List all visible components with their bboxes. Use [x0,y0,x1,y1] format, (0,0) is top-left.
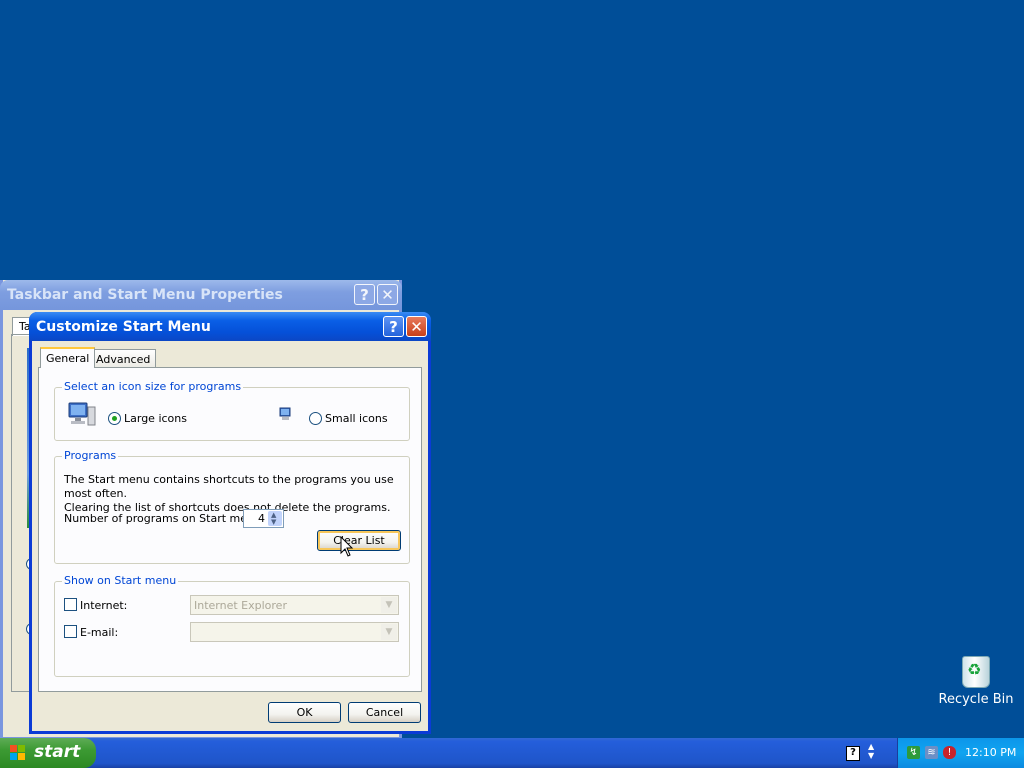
recycle-bin-shortcut[interactable]: Recycle Bin [936,656,1016,707]
start-label: start [34,742,81,762]
spin-down-icon[interactable]: ▼ [271,519,276,526]
internet-browser-value: Internet Explorer [194,599,287,612]
customize-start-menu-dialog: Customize Start Menu ? ✕ General Advance… [29,312,431,734]
taskbar-properties-titlebar[interactable]: Taskbar and Start Menu Properties ? ✕ [0,280,402,310]
small-icons-radio[interactable] [309,412,322,425]
clock[interactable]: 12:10 PM [965,746,1016,759]
email-client-select[interactable]: ▼ [190,622,399,642]
email-label[interactable]: E-mail: [80,626,118,639]
icon-size-group: Select an icon size for programs Large i… [54,380,410,441]
wireless-icon[interactable]: ≋ [925,746,938,759]
programs-description-line1: The Start menu contains shortcuts to the… [64,473,394,500]
spinner-buttons[interactable]: ▲ ▼ [268,511,282,526]
show-on-start-legend: Show on Start menu [62,574,179,587]
start-button[interactable]: start [0,738,96,768]
internet-label[interactable]: Internet: [80,599,127,612]
ok-button[interactable]: OK [268,702,341,723]
large-icons-label[interactable]: Large icons [124,412,187,425]
icon-size-legend: Select an icon size for programs [62,380,244,393]
programs-legend: Programs [62,449,119,462]
dialog-titlebar[interactable]: Customize Start Menu ? ✕ [29,312,431,341]
help-tray-icon[interactable]: ? [846,746,860,761]
internet-browser-select[interactable]: Internet Explorer ▼ [190,595,399,615]
general-tab-panel: Select an icon size for programs Large i… [38,367,422,692]
cancel-button[interactable]: Cancel [348,702,421,723]
tab-advanced[interactable]: Advanced [90,349,157,367]
program-count-spinner[interactable]: 4 ▲ ▼ [243,509,284,528]
network-icon[interactable]: ↯ [907,746,920,759]
recycle-bin-label: Recycle Bin [938,692,1014,707]
back-close-button[interactable]: ✕ [377,284,398,305]
chevron-down-icon[interactable]: ▼ [381,624,397,640]
quick-launch-chevron-icon[interactable]: ▲ ▼ [868,742,874,760]
small-icons-label[interactable]: Small icons [325,412,388,425]
dialog-body: General Advanced Select an icon size for… [32,341,428,731]
show-on-start-group: Show on Start menu Internet: Internet Ex… [54,574,410,677]
large-icons-radio[interactable] [108,412,121,425]
help-button[interactable]: ? [383,316,404,337]
tab-general[interactable]: General [40,347,96,368]
windows-logo-icon [10,745,26,761]
clear-list-button[interactable]: Clear List [317,530,401,551]
dialog-title: Customize Start Menu [36,319,211,335]
small-computer-icon [279,407,291,420]
taskbar: start ? ▲ ▼ ↯ ≋ ! 12:10 PM [0,738,1024,768]
close-button[interactable]: ✕ [406,316,427,337]
chevron-down-icon[interactable]: ▼ [381,597,397,613]
programs-description: The Start menu contains shortcuts to the… [64,473,404,515]
program-count-label: Number of programs on Start menu: [64,512,265,525]
recycle-bin-icon [962,656,990,688]
program-count-value[interactable]: 4 [258,512,265,525]
security-alert-icon[interactable]: ! [943,746,956,759]
back-help-button[interactable]: ? [354,284,375,305]
programs-group: Programs The Start menu contains shortcu… [54,449,410,564]
taskbar-properties-title: Taskbar and Start Menu Properties [7,287,283,303]
email-checkbox[interactable] [64,625,77,638]
large-computer-icon [68,402,96,426]
internet-checkbox[interactable] [64,598,77,611]
system-tray: ↯ ≋ ! 12:10 PM [897,738,1024,768]
mouse-cursor-icon [340,536,354,557]
